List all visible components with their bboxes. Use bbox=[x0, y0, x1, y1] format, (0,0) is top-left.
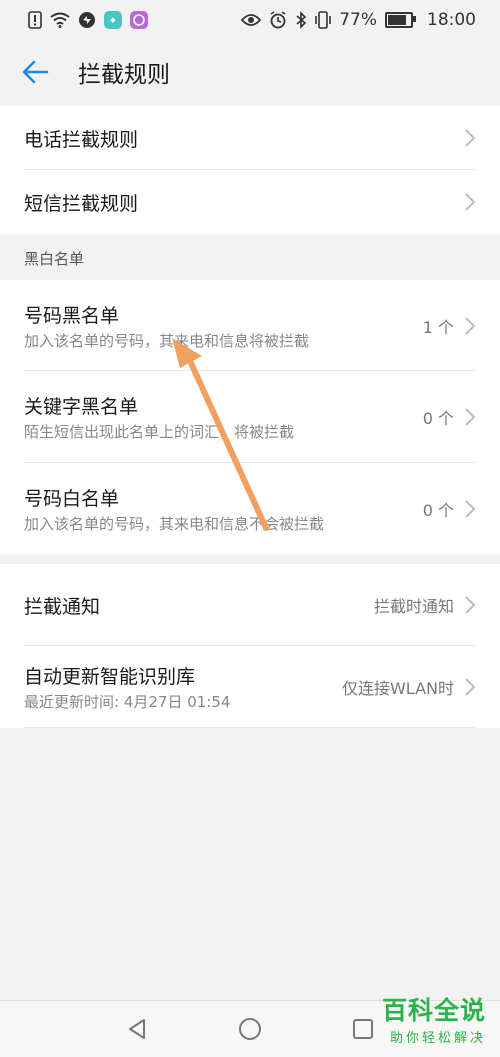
list-item-title: 号码白名单 bbox=[24, 487, 120, 510]
list-item-number-whitelist[interactable]: 号码白名单 加入该名单的号码，其来电和信息不会被拦截 0 个 bbox=[0, 463, 500, 554]
setting-item-value: 仅连接WLAN时 bbox=[341, 679, 454, 698]
rules-card: 电话拦截规则 短信拦截规则 bbox=[0, 106, 500, 234]
vibrate-icon bbox=[315, 11, 332, 29]
chevron-right-icon bbox=[465, 129, 476, 147]
blackwhite-card: 号码黑名单 加入该名单的号码，其来电和信息将被拦截 1 个 关键字黑名单 陌生短… bbox=[0, 280, 500, 554]
watermark-title: 百科全说 bbox=[381, 996, 486, 1025]
eye-comfort-icon bbox=[241, 13, 262, 27]
list-item-title: 号码黑名单 bbox=[24, 304, 120, 327]
app-notification-icon: ◆ bbox=[104, 11, 122, 29]
setting-item-auto-update[interactable]: 自动更新智能识别库 最近更新时间: 4月27日 01:54 仅连接WLAN时 bbox=[0, 646, 500, 728]
status-left: ◆ bbox=[28, 11, 148, 29]
chevron-right-icon bbox=[465, 316, 476, 335]
list-item-count: 1 个 bbox=[422, 317, 454, 337]
setting-item-title: 拦截通知 bbox=[24, 595, 101, 618]
status-bar: ◆ 77% 18:00 bbox=[0, 0, 500, 40]
setting-item-subtitle: 最近更新时间: 4月27日 01:54 bbox=[24, 693, 231, 711]
chevron-right-icon bbox=[465, 193, 476, 211]
battery-icon bbox=[385, 12, 416, 28]
back-button[interactable] bbox=[0, 40, 70, 104]
nav-back-icon[interactable] bbox=[126, 1018, 148, 1040]
list-item-subtitle: 陌生短信出现此名单上的词汇，将被拦截 bbox=[24, 423, 295, 441]
watermark-subtitle: 助你轻松解决 bbox=[389, 1031, 486, 1046]
chevron-right-icon bbox=[465, 678, 476, 696]
battery-percent: 77% bbox=[339, 10, 377, 30]
clock: 18:00 bbox=[427, 10, 476, 30]
watermark: 百科全说 助你轻松解决 bbox=[382, 991, 486, 1046]
list-item-subtitle: 加入该名单的号码，其来电和信息不会被拦截 bbox=[24, 514, 325, 533]
list-item-count: 0 个 bbox=[422, 409, 454, 428]
wifi-icon bbox=[50, 12, 70, 28]
page-title: 拦截规则 bbox=[78, 62, 170, 88]
settings-card: 拦截通知 拦截时通知 自动更新智能识别库 最近更新时间: 4月27日 01:54… bbox=[0, 564, 500, 728]
list-item-count: 0 个 bbox=[422, 500, 454, 520]
setting-item-intercept-notification[interactable]: 拦截通知 拦截时通知 bbox=[0, 564, 500, 646]
setting-item-title: 自动更新智能识别库 bbox=[24, 666, 196, 688]
bluetooth-icon bbox=[295, 11, 307, 29]
app-header: 拦截规则 bbox=[0, 40, 500, 104]
chevron-right-icon bbox=[465, 408, 476, 426]
nav-home-icon[interactable] bbox=[238, 1017, 262, 1041]
nav-recents-icon[interactable] bbox=[352, 1018, 374, 1040]
back-arrow-icon bbox=[22, 60, 49, 84]
list-item-subtitle: 加入该名单的号码，其来电和信息将被拦截 bbox=[24, 331, 310, 350]
list-item-number-blacklist[interactable]: 号码黑名单 加入该名单的号码，其来电和信息将被拦截 1 个 bbox=[0, 280, 500, 371]
app-notification-icon-2 bbox=[130, 11, 148, 29]
alarm-icon bbox=[269, 11, 287, 29]
rule-item-phone[interactable]: 电话拦截规则 bbox=[0, 106, 500, 170]
section-header-blackwhite: 黑白名单 bbox=[0, 236, 500, 280]
list-item-keyword-blacklist[interactable]: 关键字黑名单 陌生短信出现此名单上的词汇，将被拦截 0 个 bbox=[0, 371, 500, 463]
status-right: 77% 18:00 bbox=[241, 10, 476, 30]
setting-item-value: 拦截时通知 bbox=[373, 597, 454, 616]
sim-alert-icon bbox=[28, 11, 42, 29]
data-saver-icon bbox=[78, 11, 96, 29]
chevron-right-icon bbox=[465, 499, 476, 518]
divider bbox=[24, 727, 476, 728]
rule-item-label: 电话拦截规则 bbox=[24, 128, 139, 151]
list-item-title: 关键字黑名单 bbox=[24, 396, 139, 418]
rule-item-sms[interactable]: 短信拦截规则 bbox=[0, 170, 500, 234]
chevron-right-icon bbox=[465, 596, 476, 614]
rule-item-label: 短信拦截规则 bbox=[24, 192, 139, 215]
